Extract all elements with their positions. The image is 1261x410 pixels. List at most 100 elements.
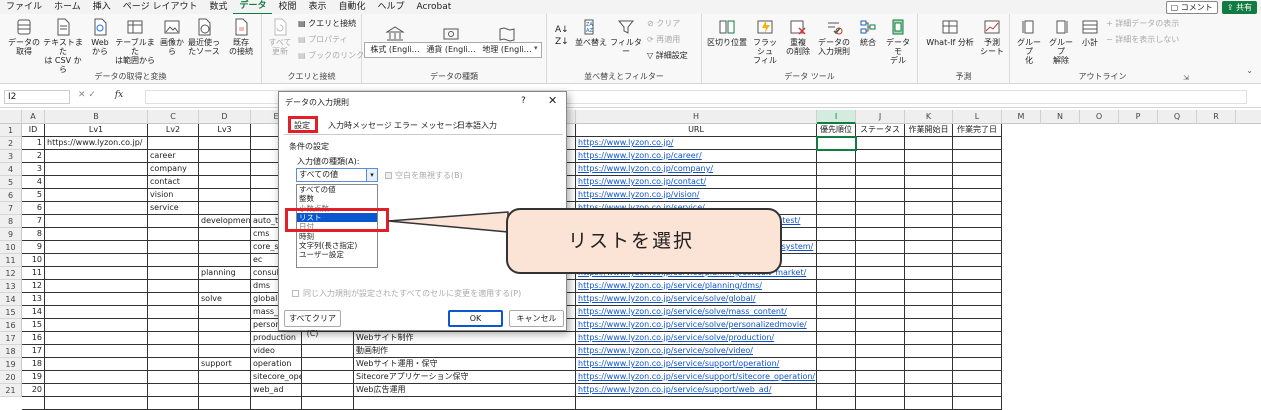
- lv2-cell[interactable]: [148, 280, 199, 293]
- title-cell[interactable]: Web広告運用: [354, 384, 576, 397]
- column-header[interactable]: Q: [1158, 110, 1197, 124]
- lv1-cell[interactable]: [45, 215, 148, 228]
- cell[interactable]: [302, 358, 354, 371]
- priority-cell[interactable]: [817, 176, 856, 189]
- lv2-cell[interactable]: [148, 293, 199, 306]
- lv2-cell[interactable]: [148, 371, 199, 384]
- tab-input-message[interactable]: 入力時メッセージ: [328, 120, 392, 131]
- status-cell[interactable]: [856, 163, 905, 176]
- id-cell[interactable]: 14: [22, 306, 45, 319]
- column-header[interactable]: H: [576, 110, 817, 124]
- lv1-cell[interactable]: [45, 254, 148, 267]
- menu-item[interactable]: 数式: [203, 0, 233, 14]
- id-cell[interactable]: 15: [22, 319, 45, 332]
- menu-item[interactable]: Acrobat: [411, 0, 458, 14]
- hide-detail-button[interactable]: − 詳細を表示しない: [1106, 35, 1179, 45]
- status-cell[interactable]: [856, 319, 905, 332]
- url-cell[interactable]: https://www.lyzon.co.jp/service/solve/pr…: [576, 332, 817, 345]
- end-date-cell[interactable]: [953, 228, 1002, 241]
- row-header[interactable]: 8: [0, 215, 22, 228]
- priority-cell[interactable]: [817, 371, 856, 384]
- dropdown-option[interactable]: 文字列(長さ指定): [297, 241, 377, 250]
- menu-item[interactable]: 自動化: [333, 0, 372, 14]
- row-header[interactable]: 11: [0, 254, 22, 267]
- end-date-cell[interactable]: [953, 280, 1002, 293]
- end-date-cell[interactable]: [953, 332, 1002, 345]
- status-cell[interactable]: [856, 241, 905, 254]
- menu-item[interactable]: 挿入: [87, 0, 117, 14]
- row-header[interactable]: 10: [0, 241, 22, 254]
- lv1-cell[interactable]: [45, 267, 148, 280]
- start-date-cell[interactable]: [905, 254, 953, 267]
- lv2-cell[interactable]: [148, 358, 199, 371]
- lv2-cell[interactable]: contact: [148, 176, 199, 189]
- start-date-cell[interactable]: [905, 267, 953, 280]
- row-header[interactable]: 9: [0, 228, 22, 241]
- column-header[interactable]: P: [1119, 110, 1158, 124]
- lv1-cell[interactable]: [45, 228, 148, 241]
- lv3-cell[interactable]: support: [199, 358, 251, 371]
- lv1-cell[interactable]: [45, 176, 148, 189]
- url-cell[interactable]: https://www.lyzon.co.jp/career/: [576, 150, 817, 163]
- status-cell[interactable]: [856, 280, 905, 293]
- url-cell[interactable]: https://www.lyzon.co.jp/service/planning…: [576, 280, 817, 293]
- tab-error-message[interactable]: エラー メッセージ: [394, 120, 460, 131]
- cancel-button[interactable]: キャンセル: [509, 310, 564, 327]
- status-cell[interactable]: [856, 345, 905, 358]
- menu-item[interactable]: ページ レイアウト: [117, 0, 204, 14]
- lv3-cell[interactable]: development: [199, 215, 251, 228]
- priority-cell[interactable]: [817, 384, 856, 397]
- status-cell[interactable]: [856, 137, 905, 150]
- lv1-cell[interactable]: [45, 163, 148, 176]
- column-header[interactable]: K: [905, 110, 953, 124]
- lv3-cell[interactable]: [199, 332, 251, 345]
- id-cell[interactable]: 4: [22, 176, 45, 189]
- start-date-cell[interactable]: [905, 137, 953, 150]
- lv2-cell[interactable]: service: [148, 202, 199, 215]
- queries-connections-button[interactable]: ▤ クエリと接続: [298, 19, 356, 29]
- clear-all-button[interactable]: すべてクリア(C): [284, 310, 341, 338]
- row-header[interactable]: 21: [0, 384, 22, 397]
- priority-cell[interactable]: [817, 163, 856, 176]
- cancel-icon[interactable]: ✕: [78, 90, 86, 100]
- column-header[interactable]: R: [1197, 110, 1236, 124]
- row-header[interactable]: 14: [0, 293, 22, 306]
- end-date-cell[interactable]: [953, 267, 1002, 280]
- id-cell[interactable]: 1: [22, 137, 45, 150]
- id-cell[interactable]: 11: [22, 267, 45, 280]
- url-cell[interactable]: https://www.lyzon.co.jp/vision/: [576, 189, 817, 202]
- lv3-cell[interactable]: [199, 228, 251, 241]
- url-cell[interactable]: https://www.lyzon.co.jp/service/support/…: [576, 384, 817, 397]
- status-cell[interactable]: [856, 371, 905, 384]
- forecast-sheet-button[interactable]: 予測 シート: [978, 18, 1006, 56]
- data-validation-button[interactable]: データの 入力規則: [814, 18, 854, 56]
- priority-cell[interactable]: [817, 202, 856, 215]
- header-cell[interactable]: ステータス: [856, 124, 905, 137]
- header-cell[interactable]: Lv3: [199, 124, 251, 137]
- id-cell[interactable]: 12: [22, 280, 45, 293]
- apply-all-checkbox[interactable]: 同じ入力規則が設定されたすべてのセルに変更を適用する(P): [292, 288, 521, 299]
- url-cell[interactable]: https://www.lyzon.co.jp/contact/: [576, 176, 817, 189]
- lv1-cell[interactable]: https://www.lyzon.co.jp/: [45, 137, 148, 150]
- lv4-cell[interactable]: video: [251, 345, 302, 358]
- chevron-down-icon[interactable]: ▾: [366, 169, 377, 181]
- lv2-cell[interactable]: [148, 319, 199, 332]
- header-cell[interactable]: Lv1: [45, 124, 148, 137]
- lv4-cell[interactable]: operation: [251, 358, 302, 371]
- end-date-cell[interactable]: [953, 306, 1002, 319]
- start-date-cell[interactable]: [905, 358, 953, 371]
- properties-button[interactable]: ▤ プロパティ: [298, 35, 348, 45]
- status-cell[interactable]: [856, 306, 905, 319]
- end-date-cell[interactable]: [953, 319, 1002, 332]
- lv1-cell[interactable]: [45, 358, 148, 371]
- tab-ime[interactable]: 日本語入力: [457, 120, 497, 131]
- url-cell[interactable]: https://www.lyzon.co.jp/service/solve/vi…: [576, 345, 817, 358]
- select-all-corner[interactable]: [0, 110, 22, 124]
- lv4-cell[interactable]: web_ad: [251, 384, 302, 397]
- outline-dialog-launcher-icon[interactable]: ⇲: [1183, 74, 1189, 82]
- row-header[interactable]: 4: [0, 163, 22, 176]
- cell[interactable]: [302, 397, 354, 410]
- id-cell[interactable]: 5: [22, 189, 45, 202]
- menu-item[interactable]: ファイル: [0, 0, 48, 14]
- sort-az-icon[interactable]: A↓ Z↓: [555, 24, 569, 48]
